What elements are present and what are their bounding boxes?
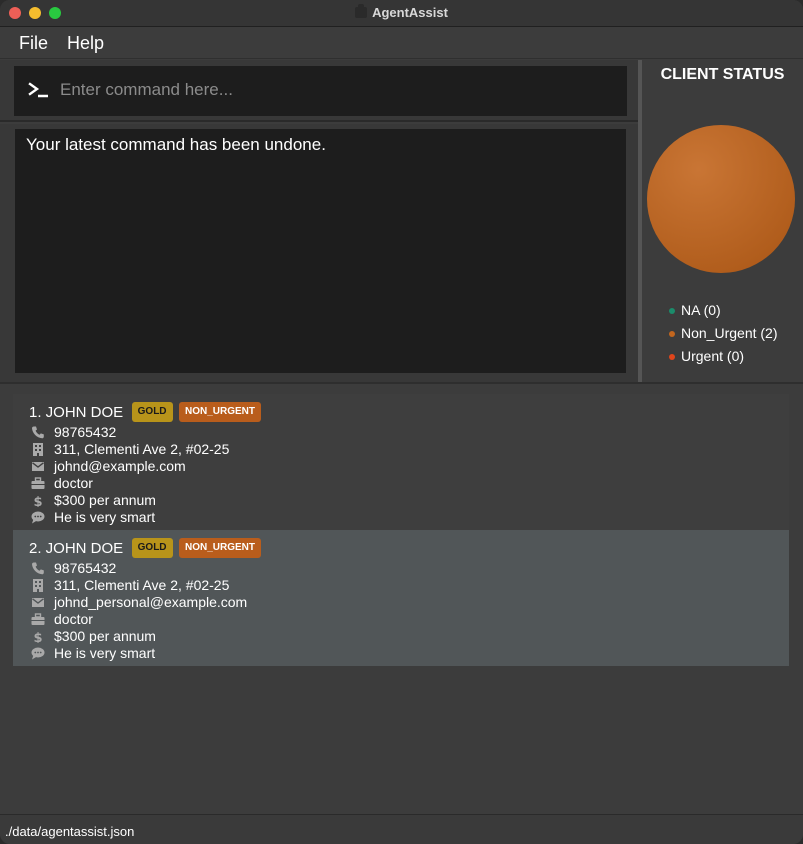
envelope-icon (32, 462, 44, 471)
result-message: Your latest command has been undone. (26, 135, 326, 154)
envelope-icon (32, 598, 44, 607)
result-panel: Your latest command has been undone. (0, 124, 638, 382)
dollar-icon: $ (33, 631, 42, 643)
client-email: johnd@example.com (54, 458, 186, 474)
client-remark: He is very smart (54, 509, 156, 525)
legend-label-non-urgent: Non_Urgent (2) (681, 325, 778, 341)
client-card-header: 1. JOHN DOE GOLD NON_URGENT (29, 402, 263, 422)
client-status-panel: CLIENT STATUS NA (0) Non_Urgent (2) Urge… (642, 60, 803, 382)
legend-dot-non-urgent (669, 331, 675, 337)
briefcase-icon (31, 477, 45, 489)
title-bar: AgentAssist (0, 0, 803, 27)
comment-icon (31, 647, 45, 660)
window-title-wrap: AgentAssist (0, 4, 803, 20)
client-phone: 98765432 (54, 560, 117, 576)
client-card-header: 2. JOHN DOE GOLD NON_URGENT (29, 538, 263, 558)
briefcase-icon (31, 613, 45, 625)
result-display[interactable]: Your latest command has been undone. (15, 129, 626, 373)
client-card[interactable]: 1. JOHN DOE GOLD NON_URGENT 98765432 311… (13, 394, 789, 530)
client-salary: $300 per annum (54, 492, 156, 508)
save-file-path: ./data/agentassist.json (5, 824, 135, 839)
menu-help[interactable]: Help (67, 33, 104, 54)
tier-tag: GOLD (131, 402, 173, 422)
client-salary: $300 per annum (54, 628, 156, 644)
window-title: AgentAssist (372, 5, 448, 20)
legend-dot-na (669, 308, 675, 314)
status-bar: ./data/agentassist.json (0, 814, 803, 844)
terminal-prompt-icon (28, 82, 48, 98)
app-icon (355, 4, 368, 18)
status-tag: NON_URGENT (178, 402, 261, 422)
tier-tag: GOLD (131, 538, 173, 558)
pie-slice-non-urgent (647, 125, 795, 273)
client-remark: He is very smart (54, 645, 156, 661)
client-occupation: doctor (54, 475, 93, 491)
status-tag: NON_URGENT (178, 538, 261, 558)
phone-icon (31, 562, 44, 575)
legend-label-na: NA (0) (681, 302, 721, 318)
svg-text:$: $ (33, 631, 42, 643)
client-email: johnd_personal@example.com (54, 594, 248, 610)
client-card-selected[interactable]: 2. JOHN DOE GOLD NON_URGENT 98765432 311… (13, 530, 789, 666)
comment-icon (31, 511, 45, 524)
client-status-title: CLIENT STATUS (660, 66, 785, 83)
client-phone: 98765432 (54, 424, 117, 440)
command-panel (0, 60, 638, 122)
phone-icon (31, 426, 44, 439)
app-window: AgentAssist File Help Your latest comman… (0, 0, 803, 844)
client-name: 1. JOHN DOE (29, 403, 124, 421)
svg-text:$: $ (33, 495, 42, 507)
menu-file[interactable]: File (19, 33, 48, 54)
legend-dot-urgent (669, 354, 675, 360)
client-list-panel: 1. JOHN DOE GOLD NON_URGENT 98765432 311… (0, 384, 803, 814)
menu-bar: File Help (0, 28, 803, 59)
client-name: 2. JOHN DOE (29, 539, 124, 557)
dollar-icon: $ (33, 495, 42, 507)
client-address: 311, Clementi Ave 2, #02-25 (54, 441, 230, 457)
client-address: 311, Clementi Ave 2, #02-25 (54, 577, 230, 593)
building-icon (33, 443, 43, 456)
command-box[interactable] (14, 66, 627, 116)
legend-label-urgent: Urgent (0) (681, 348, 745, 364)
client-status-pie-chart (647, 125, 795, 273)
client-occupation: doctor (54, 611, 93, 627)
command-input[interactable] (60, 76, 610, 104)
building-icon (33, 579, 43, 592)
